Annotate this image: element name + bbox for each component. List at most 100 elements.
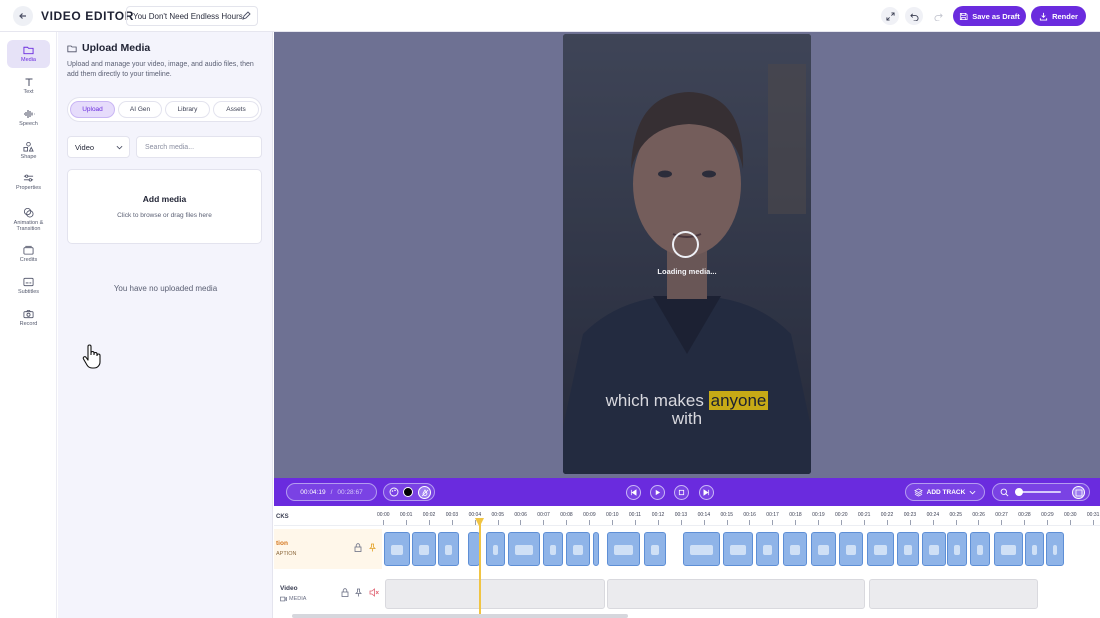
fit-timeline-button[interactable] xyxy=(1072,486,1085,499)
search-input[interactable]: Search media... xyxy=(136,136,262,158)
no-fill-button[interactable] xyxy=(418,486,431,499)
sidebar-item-credits[interactable]: Credits xyxy=(7,240,50,268)
caption-clip[interactable] xyxy=(508,532,540,566)
video-clip[interactable] xyxy=(869,579,1038,609)
pin-icon[interactable] xyxy=(355,588,362,597)
sidebar-item-record[interactable]: Record xyxy=(7,304,50,332)
caption-clip[interactable] xyxy=(897,532,919,566)
mute-icon[interactable] xyxy=(369,588,379,597)
ruler-tick-mark xyxy=(520,520,522,525)
caption-clip[interactable] xyxy=(683,532,720,566)
palette-icon[interactable] xyxy=(389,487,399,497)
caption-track-type: APTION xyxy=(276,551,297,557)
preview-area: Loading media... which makes anyone with xyxy=(274,32,1100,478)
caption-clip[interactable] xyxy=(566,532,590,566)
credits-icon xyxy=(23,245,34,255)
stop-button[interactable] xyxy=(674,485,689,500)
ruler-tick-mark xyxy=(749,520,751,525)
sidebar-item-label: Record xyxy=(19,321,38,327)
tab-library[interactable]: Library xyxy=(165,101,210,118)
add-track-button[interactable]: ADD TRACK xyxy=(905,483,985,501)
caption-clip[interactable] xyxy=(811,532,836,566)
timeline-ruler[interactable]: CKS 00:00 00:01 00:02 00:03 00:04 00:05 00:06 0… xyxy=(274,506,1100,526)
video-preview[interactable]: Loading media... which makes anyone with xyxy=(563,34,811,474)
caption-clip[interactable] xyxy=(593,532,599,566)
fullscreen-button[interactable] xyxy=(881,7,899,25)
timeline-scrollbar[interactable] xyxy=(292,614,628,618)
caption-clip[interactable] xyxy=(994,532,1023,566)
skip-forward-button[interactable] xyxy=(699,485,714,500)
caption-clip[interactable] xyxy=(384,532,410,566)
caption-clip[interactable] xyxy=(947,532,967,566)
ruler-tick-mark xyxy=(886,520,888,525)
hand-cursor-icon xyxy=(82,344,101,369)
caption-clip[interactable] xyxy=(1025,532,1044,566)
caption-clip[interactable] xyxy=(412,532,436,566)
playhead[interactable] xyxy=(479,518,481,618)
sidebar-item-animation[interactable]: Animation & Transition xyxy=(7,202,50,236)
tab-assets[interactable]: Assets xyxy=(213,101,259,118)
caption-clip[interactable] xyxy=(783,532,807,566)
lock-icon[interactable] xyxy=(341,588,349,597)
ruler-tick-mark xyxy=(726,520,728,525)
caption-clip[interactable] xyxy=(970,532,990,566)
video-clip[interactable] xyxy=(385,579,605,609)
pin-icon[interactable] xyxy=(369,543,376,552)
caption-clip[interactable] xyxy=(1046,532,1064,566)
play-button[interactable] xyxy=(650,485,665,500)
ruler-tick-mark xyxy=(1024,520,1026,525)
ruler-tick-label: 00:15 xyxy=(720,512,734,518)
add-media-dropzone[interactable]: Add media Click to browse or drag files … xyxy=(67,169,262,244)
save-as-draft-button[interactable]: Save as Draft xyxy=(953,6,1026,26)
caption-clip[interactable] xyxy=(438,532,459,566)
media-type-select[interactable]: Video xyxy=(67,136,130,158)
undo-button[interactable] xyxy=(905,7,923,25)
pencil-icon[interactable] xyxy=(241,11,251,21)
app-title: VIDEO EDITOR xyxy=(41,9,134,23)
caption-clip[interactable] xyxy=(867,532,894,566)
tab-ai-gen[interactable]: AI Gen xyxy=(118,101,162,118)
ruler-tick-mark xyxy=(909,520,911,525)
color-swatch-black[interactable] xyxy=(403,487,413,497)
sidebar-item-properties[interactable]: Properties xyxy=(7,168,50,196)
empty-media-message: You have no uploaded media xyxy=(113,284,218,293)
caption-clip[interactable] xyxy=(644,532,666,566)
tab-upload[interactable]: Upload xyxy=(70,101,115,118)
caption-track-header: tion APTION xyxy=(274,529,382,569)
caption-clip-body xyxy=(690,545,713,555)
video-clip[interactable] xyxy=(607,579,865,609)
sidebar-item-shape[interactable]: Shape xyxy=(7,136,50,164)
chevron-down-icon xyxy=(116,145,123,150)
caption-clip[interactable] xyxy=(607,532,640,566)
zoom-slider-handle[interactable] xyxy=(1015,488,1023,496)
caption-clip[interactable] xyxy=(922,532,946,566)
sidebar-item-text[interactable]: Text xyxy=(7,72,50,100)
caption-clip[interactable] xyxy=(756,532,779,566)
ruler-tick-label: 00:22 xyxy=(880,512,894,518)
caption-clip-body xyxy=(651,545,659,555)
caption-clip[interactable] xyxy=(486,532,505,566)
caption-text: which makes xyxy=(605,391,704,410)
lock-icon[interactable] xyxy=(354,543,362,552)
caption-clip[interactable] xyxy=(839,532,863,566)
redo-button[interactable] xyxy=(929,7,947,25)
caption-clip[interactable] xyxy=(723,532,753,566)
caption-clip-body xyxy=(874,545,887,555)
droplet-off-icon xyxy=(421,489,429,497)
add-track-label: ADD TRACK xyxy=(926,488,966,496)
sidebar-item-media[interactable]: Media xyxy=(7,40,50,68)
skip-forward-icon xyxy=(703,489,710,496)
caption-clip-body xyxy=(730,545,746,555)
ruler-tick-label: 00:16 xyxy=(743,512,756,518)
ruler-tick-label: 00:27 xyxy=(995,512,1008,518)
sidebar-item-label: Subtitles xyxy=(17,289,40,295)
back-button[interactable] xyxy=(13,6,33,26)
sidebar-item-label: Animation & Transition xyxy=(13,219,44,232)
sidebar-item-subtitles[interactable]: Subtitles xyxy=(7,272,50,300)
ruler-tick-mark xyxy=(451,520,453,525)
caption-clip[interactable] xyxy=(543,532,563,566)
project-name-field[interactable]: You Don't Need Endless Hours xyxy=(126,6,258,26)
render-button[interactable]: Render xyxy=(1031,6,1086,26)
skip-back-button[interactable] xyxy=(626,485,641,500)
sidebar-item-speech[interactable]: Speech xyxy=(7,104,50,132)
